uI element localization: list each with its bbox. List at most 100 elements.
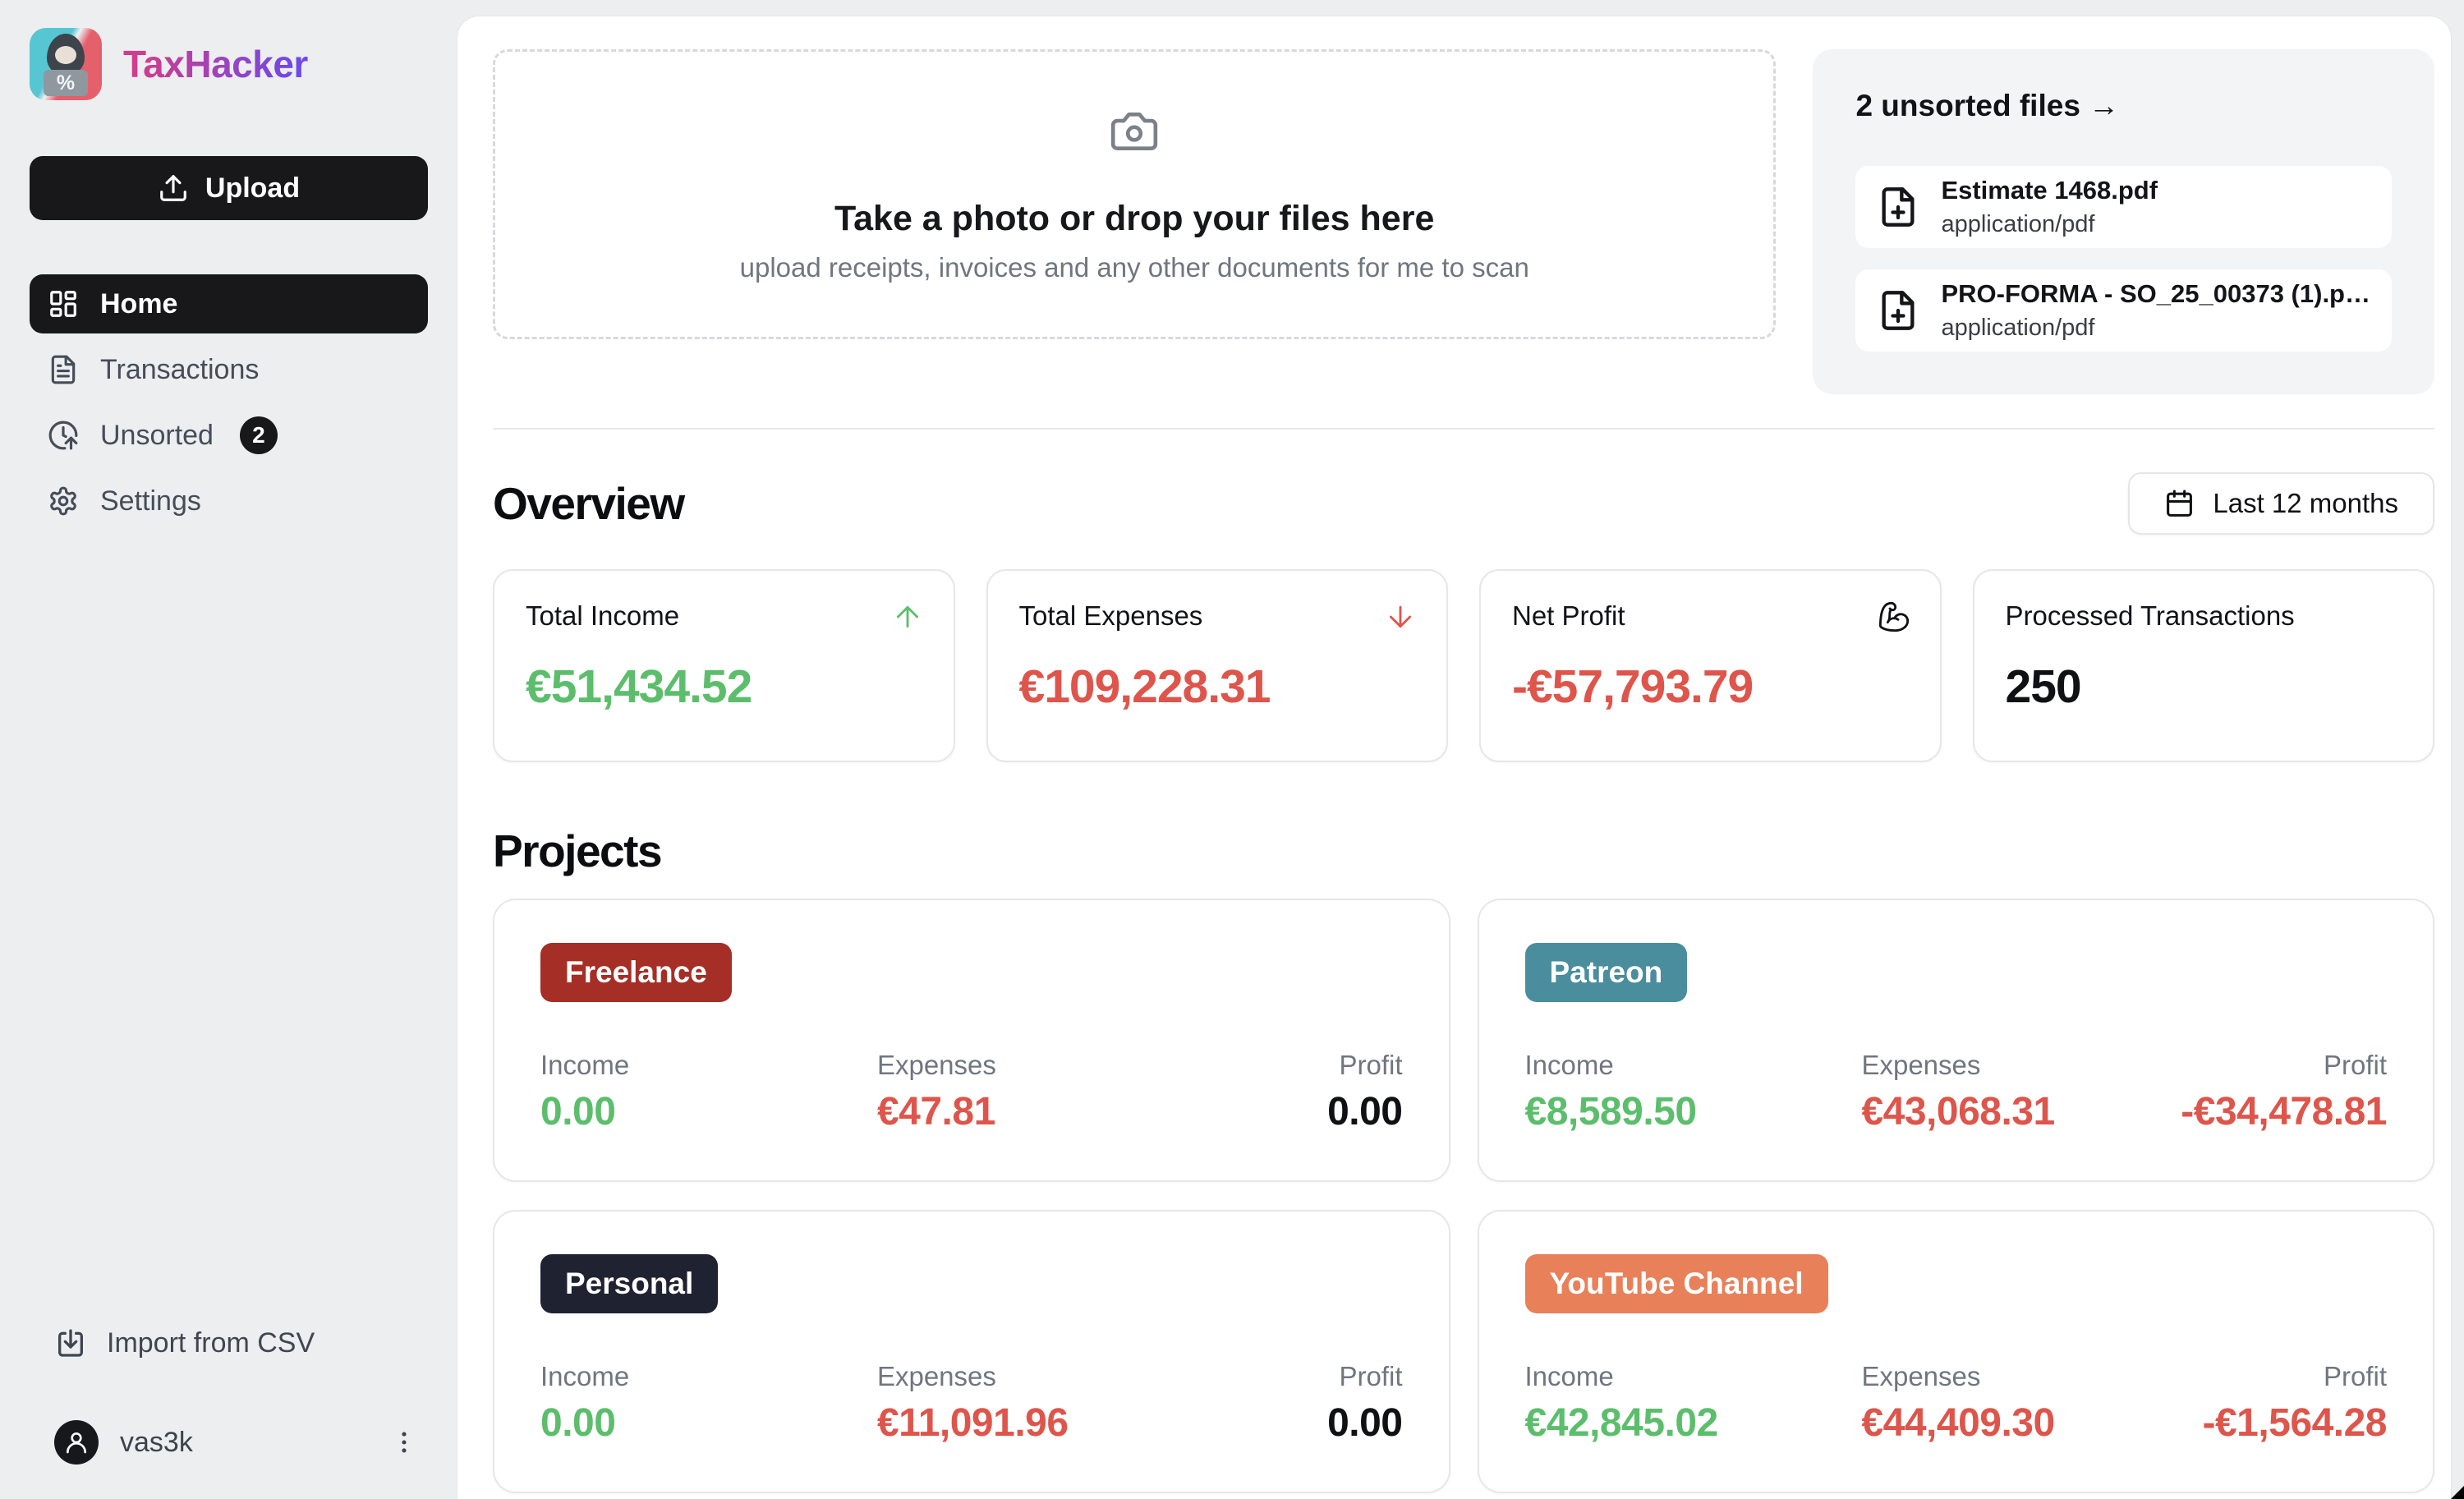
unsorted-count-badge: 2	[239, 416, 278, 454]
profit-label: Profit	[2323, 1050, 2387, 1080]
profit-label: Profit	[1339, 1050, 1403, 1080]
stat-value: 250	[2005, 660, 2082, 713]
sidebar-item-home[interactable]: Home	[30, 274, 428, 333]
period-selector-button[interactable]: Last 12 months	[2128, 472, 2434, 535]
expenses-label: Expenses	[1861, 1361, 1981, 1391]
stat-value: €51,434.52	[526, 660, 752, 713]
expenses-value: €43,068.31	[1861, 1090, 2055, 1133]
file-name: PRO-FORMA - SO_25_00373 (1).p…	[1941, 279, 2370, 308]
project-card-freelance[interactable]: Freelance Income 0.00 Expenses €47.81 Pr…	[493, 899, 1450, 1182]
income-label: Income	[540, 1361, 630, 1391]
project-metrics: Income €42,845.02 Expenses €44,409.30 Pr…	[1525, 1361, 2388, 1446]
file-meta: PRO-FORMA - SO_25_00373 (1).p… applicati…	[1941, 279, 2370, 342]
expenses-value: €47.81	[876, 1090, 995, 1133]
profit-value: -€1,564.28	[2202, 1401, 2387, 1445]
dashboard-icon	[48, 288, 79, 320]
import-from-csv-button[interactable]: Import from CSV	[54, 1327, 423, 1359]
file-name: Estimate 1468.pdf	[1941, 176, 2158, 205]
sidebar-item-label: Unsorted	[100, 419, 214, 451]
expenses-label: Expenses	[876, 1361, 996, 1391]
income-value: 0.00	[540, 1090, 616, 1133]
logo-laptop-art: %	[44, 70, 88, 96]
income-label: Income	[540, 1050, 630, 1080]
file-dropzone[interactable]: Take a photo or drop your files here upl…	[493, 49, 1777, 339]
expenses-value: €44,409.30	[1861, 1401, 2055, 1445]
stat-label: Total Expenses	[1018, 600, 1203, 631]
overview-header-row: Overview Last 12 months	[493, 472, 2434, 535]
taxhacker-dashboard: % TaxHacker Upload Home Transactions Uns…	[0, 0, 2464, 1499]
stat-card-net-profit: Net Profit -€57,793.79	[1479, 569, 1942, 762]
user-menu-button[interactable]	[385, 1423, 423, 1461]
stat-value: -€57,793.79	[1512, 660, 1754, 713]
income-label: Income	[1524, 1361, 1614, 1391]
ellipsis-vertical-icon	[390, 1428, 418, 1456]
file-plus-icon	[1877, 289, 1919, 332]
project-card-patreon[interactable]: Patreon Income €8,589.50 Expenses €43,06…	[1477, 899, 2434, 1182]
import-icon	[54, 1327, 87, 1359]
project-badge: Freelance	[540, 943, 732, 1002]
user-row[interactable]: vas3k	[54, 1420, 423, 1465]
main-panel: Take a photo or drop your files here upl…	[457, 16, 2451, 1499]
unsorted-file-card[interactable]: PRO-FORMA - SO_25_00373 (1).p… applicati…	[1855, 269, 2392, 352]
top-row: Take a photo or drop your files here upl…	[493, 49, 2434, 394]
calendar-icon	[2164, 489, 2195, 519]
project-badge: YouTube Channel	[1524, 1254, 1828, 1313]
project-metrics: Income 0.00 Expenses €47.81 Profit 0.00	[540, 1050, 1403, 1134]
stat-card-processed-transactions: Processed Transactions 250	[1972, 569, 2434, 762]
section-divider	[493, 428, 2434, 430]
projects-heading: Projects	[493, 825, 663, 876]
arrow-down-icon	[1384, 600, 1417, 633]
expenses-value: €11,091.96	[876, 1401, 1069, 1445]
app-title: TaxHacker	[123, 43, 308, 85]
unsorted-file-card[interactable]: Estimate 1468.pdf application/pdf	[1855, 166, 2392, 248]
expenses-label: Expenses	[1861, 1050, 1981, 1080]
upload-button[interactable]: Upload	[30, 156, 428, 220]
expenses-label: Expenses	[876, 1050, 996, 1080]
project-card-youtube-channel[interactable]: YouTube Channel Income €42,845.02 Expens…	[1477, 1210, 2434, 1493]
sidebar-item-label: Settings	[100, 485, 201, 517]
dropzone-title: Take a photo or drop your files here	[834, 198, 1435, 238]
sidebar-item-transactions[interactable]: Transactions	[30, 340, 428, 399]
stat-label: Total Income	[526, 600, 680, 631]
mouse-cursor	[2451, 1486, 2464, 1499]
unsorted-files-link[interactable]: 2 unsorted files →	[1855, 89, 2119, 123]
stats-row: Total Income €51,434.52 Total Expenses €…	[493, 569, 2434, 762]
arrow-up-icon	[891, 600, 924, 633]
profit-value: -€34,478.81	[2181, 1090, 2387, 1133]
profit-label: Profit	[2323, 1361, 2387, 1391]
sidebar-item-unsorted[interactable]: Unsorted 2	[30, 406, 428, 465]
biceps-icon	[1878, 600, 1910, 633]
period-selector-label: Last 12 months	[2213, 488, 2398, 518]
profit-label: Profit	[1339, 1361, 1403, 1391]
file-text-icon	[48, 354, 79, 385]
stat-card-total-expenses: Total Expenses €109,228.31	[986, 569, 1448, 762]
file-type: application/pdf	[1941, 211, 2095, 237]
unsorted-files-panel: 2 unsorted files → Estimate 1468.pdf app…	[1813, 49, 2434, 394]
file-plus-icon	[1877, 186, 1919, 228]
file-meta: Estimate 1468.pdf application/pdf	[1941, 176, 2158, 238]
upload-button-label: Upload	[205, 172, 301, 204]
sidebar-item-settings[interactable]: Settings	[30, 471, 428, 531]
sidebar-nav: Home Transactions Unsorted 2 Settings	[30, 274, 428, 531]
logo-row: % TaxHacker	[30, 28, 428, 100]
profit-value: 0.00	[1327, 1401, 1403, 1445]
project-badge: Patreon	[1524, 943, 1688, 1002]
project-metrics: Income 0.00 Expenses €11,091.96 Profit 0…	[540, 1361, 1403, 1446]
logo-hood-art	[47, 34, 85, 75]
clock-arrow-up-icon	[48, 420, 79, 451]
project-badge: Personal	[540, 1254, 719, 1313]
income-value: €8,589.50	[1524, 1090, 1698, 1133]
stat-label: Net Profit	[1512, 600, 1625, 631]
user-name: vas3k	[120, 1426, 193, 1458]
file-type: application/pdf	[1941, 315, 2095, 341]
project-metrics: Income €8,589.50 Expenses €43,068.31 Pro…	[1525, 1050, 2388, 1134]
import-from-csv-label: Import from CSV	[107, 1327, 315, 1359]
sidebar: % TaxHacker Upload Home Transactions Uns…	[0, 0, 457, 1499]
sidebar-bottom: Import from CSV vas3k	[30, 1327, 428, 1465]
app-logo: %	[30, 28, 102, 100]
project-card-personal[interactable]: Personal Income 0.00 Expenses €11,091.96…	[493, 1210, 1450, 1493]
upload-icon	[158, 172, 189, 204]
gear-icon	[48, 485, 79, 517]
avatar	[54, 1420, 99, 1465]
income-value: €42,845.02	[1524, 1401, 1719, 1445]
